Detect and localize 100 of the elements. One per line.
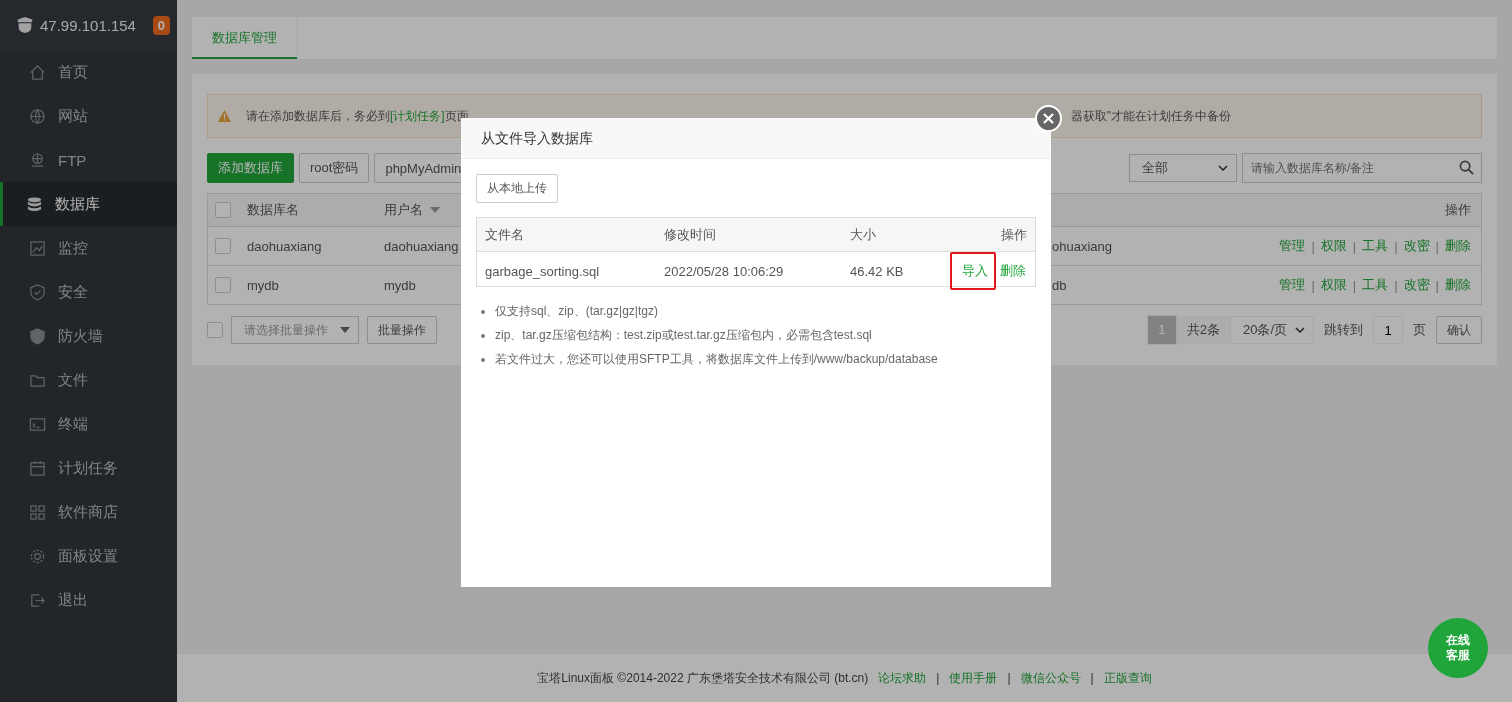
checkbox[interactable] xyxy=(207,322,223,338)
search-field[interactable]: 请输入数据库名称/备注 xyxy=(1242,153,1482,183)
footer-link[interactable]: 使用手册 xyxy=(949,669,998,687)
bullet-icon xyxy=(481,357,485,362)
bullet-icon xyxy=(481,309,485,314)
warning-icon xyxy=(218,110,231,122)
footer-link[interactable]: 论坛求助 xyxy=(878,669,927,687)
action-link[interactable]: 管理 xyxy=(1279,276,1306,294)
caret-icon xyxy=(340,327,350,333)
table-cell-text: db xyxy=(1051,277,1068,293)
table-cell-text: 46.42 KB xyxy=(849,263,905,279)
bullet-icon xyxy=(481,333,485,338)
table-cell-text: daohuaxiang xyxy=(246,238,323,254)
separator: | xyxy=(1435,277,1439,293)
sidebar-item[interactable]: 退出 xyxy=(0,578,177,622)
table-cell-text: garbage_sorting.sql xyxy=(484,263,601,279)
column-header[interactable]: 用户名 xyxy=(384,201,423,219)
table-cell-text: mydb xyxy=(246,277,280,293)
table-cell-text: daohuaxiang xyxy=(383,238,460,254)
column-header: 操作 xyxy=(1444,201,1472,219)
filter-select[interactable]: 全部 xyxy=(1129,154,1237,182)
column-header: 修改时间 xyxy=(663,225,717,244)
sidebar-item[interactable]: 安全 xyxy=(0,270,177,314)
separator: | xyxy=(1435,238,1439,254)
toolbar-button[interactable]: 添加数据库 xyxy=(207,153,294,183)
dialog-title: 从文件导入数据库 xyxy=(461,118,1051,159)
settings-icon xyxy=(29,547,46,565)
upload-button[interactable]: 从本地上传 xyxy=(476,174,558,203)
sort-caret-icon xyxy=(430,207,440,213)
separator: | xyxy=(1311,238,1315,254)
checkbox[interactable] xyxy=(215,277,231,293)
sidebar-item[interactable]: 数据库 xyxy=(0,182,177,226)
action-link[interactable]: 权限 xyxy=(1320,237,1347,255)
separator: | xyxy=(1311,277,1315,293)
separator: | xyxy=(1394,238,1398,254)
footer-link[interactable]: 正版查询 xyxy=(1103,669,1152,687)
sidebar-item[interactable]: 首页 xyxy=(0,50,177,94)
sidebar-item[interactable]: 软件商店 xyxy=(0,490,177,534)
sidebar-item[interactable]: 终端 xyxy=(0,402,177,446)
table-cell-text: ohuaxiang xyxy=(1051,238,1113,254)
chevron-down-icon xyxy=(1218,165,1228,171)
action-link[interactable]: 工具 xyxy=(1362,276,1389,294)
schedule-link[interactable]: [计划任务] xyxy=(390,107,445,125)
notification-badge[interactable]: 0 xyxy=(152,15,170,35)
grid-icon xyxy=(29,503,46,521)
calendar-icon xyxy=(29,459,46,477)
action-link[interactable]: 改密 xyxy=(1403,237,1430,255)
warning-text: 请在添加数据库后，务必到 xyxy=(246,107,390,125)
server-address: 47.99.101.154 xyxy=(40,16,137,34)
batch-button[interactable]: 批量操作 xyxy=(367,316,437,344)
action-link[interactable]: 权限 xyxy=(1320,276,1347,294)
sidebar-item[interactable]: 计划任务 xyxy=(0,446,177,490)
total-count: 共2条 xyxy=(1176,316,1230,344)
footer-link[interactable]: 微信公众号 xyxy=(1020,669,1081,687)
globe-icon xyxy=(29,107,46,125)
chart-icon xyxy=(29,239,46,257)
page-unit-label: 页 xyxy=(1412,321,1427,339)
checkbox[interactable] xyxy=(215,238,231,254)
sidebar-item[interactable]: 网站 xyxy=(0,94,177,138)
sidebar-item[interactable]: 监控 xyxy=(0,226,177,270)
sidebar-item[interactable]: 面板设置 xyxy=(0,534,177,578)
separator: | xyxy=(1007,671,1011,685)
checkbox[interactable] xyxy=(215,202,231,218)
toolbar-button[interactable]: root密码 xyxy=(299,153,370,183)
home-icon xyxy=(29,63,46,81)
separator: | xyxy=(1394,277,1398,293)
column-header: 大小 xyxy=(849,225,877,244)
action-link[interactable]: 管理 xyxy=(1279,237,1306,255)
confirm-button[interactable]: 确认 xyxy=(1436,316,1482,344)
note-text: 若文件过大，您还可以使用SFTP工具，将数据库文件上传到/www/backup/database xyxy=(495,351,938,368)
column-header: 数据库名 xyxy=(246,201,300,219)
column-header: 文件名 xyxy=(484,225,525,244)
chat-button[interactable]: 在线客服 xyxy=(1428,618,1488,678)
action-link[interactable]: 改密 xyxy=(1403,276,1430,294)
table-cell-text: 2022/05/28 10:06:29 xyxy=(663,263,785,279)
page-size-select[interactable]: 20条/页 xyxy=(1230,316,1314,344)
action-link[interactable]: 工具 xyxy=(1362,237,1389,255)
logout-icon xyxy=(29,591,46,609)
note-text: zip、tar.gz压缩包结构：test.zip或test.tar.gz压缩包内，必需包含test.sql xyxy=(495,327,872,344)
action-link[interactable]: 删除 xyxy=(1445,276,1471,294)
separator: | xyxy=(1352,238,1357,254)
separator: | xyxy=(1090,671,1094,685)
action-link[interactable]: 删除 xyxy=(998,262,1028,280)
globe-stand-icon xyxy=(29,151,46,169)
batch-select[interactable]: 请选择批量操作 xyxy=(231,316,359,344)
copyright-text: 宝塔Linux面板 ©2014-2022 广东堡塔安全技术有限公司 (bt.cn) xyxy=(537,669,869,687)
chevron-down-icon xyxy=(1295,327,1305,333)
sidebar-item[interactable]: 防火墙 xyxy=(0,314,177,358)
table-cell-text: mydb xyxy=(383,277,417,293)
warning-text: 器获取"才能在计划任务中备份 xyxy=(1070,107,1231,125)
action-link[interactable]: 删除 xyxy=(1445,237,1471,255)
sidebar-item[interactable]: 文件 xyxy=(0,358,177,402)
highlighted-action-link[interactable]: 导入 xyxy=(950,252,996,290)
terminal-icon xyxy=(29,415,46,433)
shield-icon xyxy=(29,327,46,345)
page-input[interactable]: 1 xyxy=(1373,316,1403,344)
separator: | xyxy=(1352,277,1357,293)
database-icon xyxy=(26,195,43,213)
tab[interactable]: 数据库管理 xyxy=(192,17,298,59)
sidebar-item[interactable]: FTP xyxy=(0,138,177,182)
